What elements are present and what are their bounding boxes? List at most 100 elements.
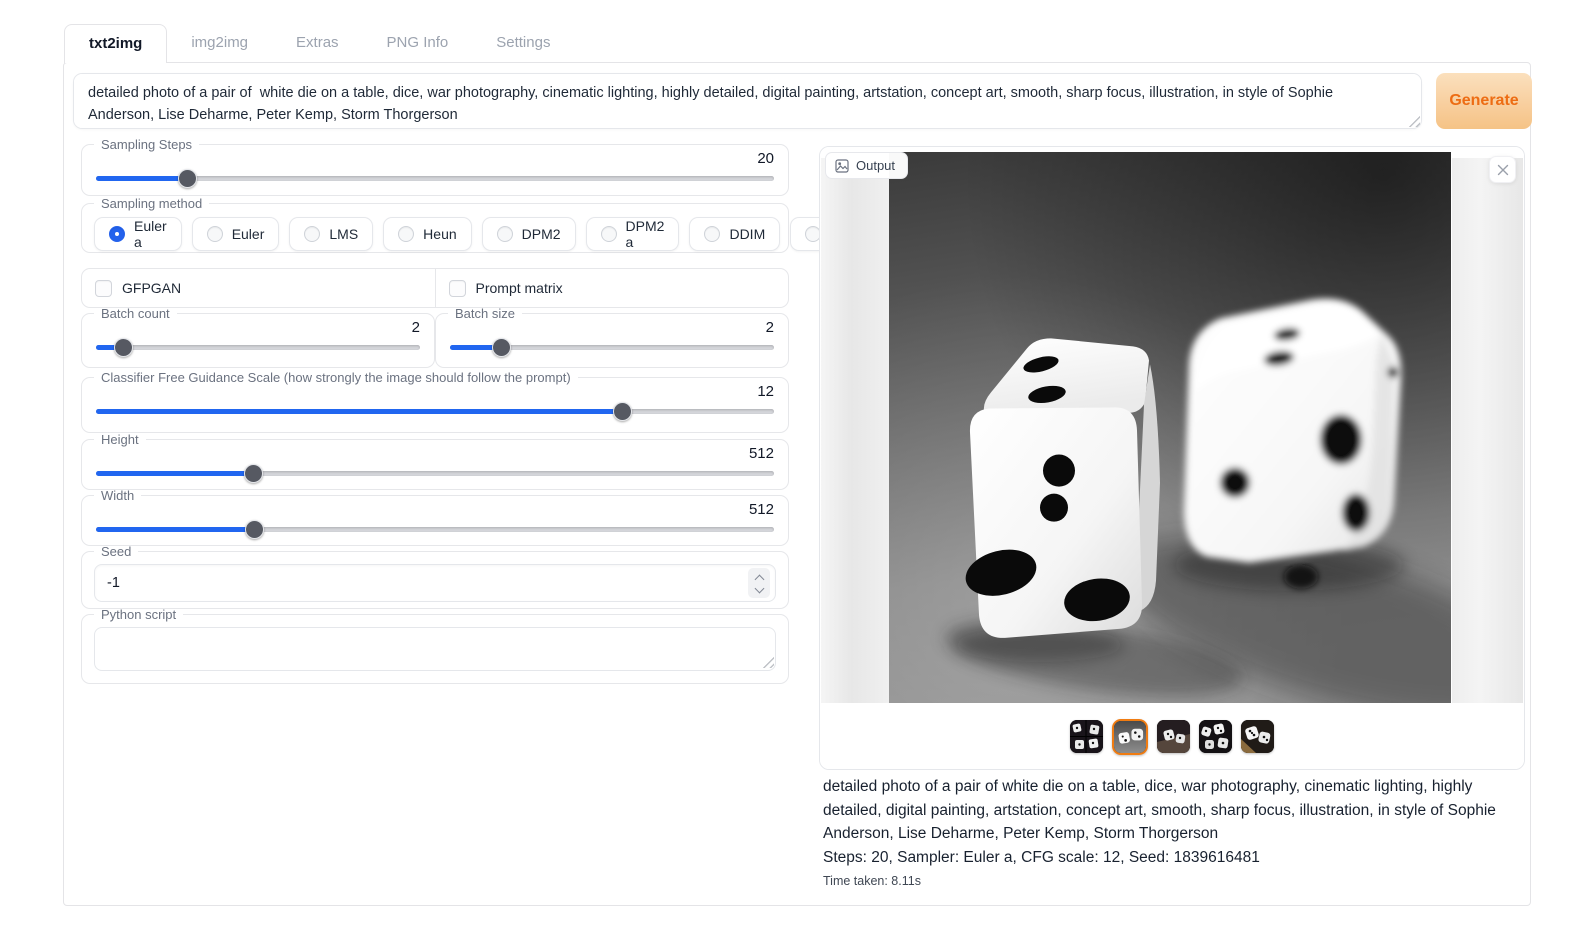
radio-euler[interactable]: Euler xyxy=(192,217,280,251)
tab-settings[interactable]: Settings xyxy=(472,24,574,63)
height-label: Height xyxy=(94,433,146,446)
sampling-method-label: Sampling method xyxy=(94,197,209,210)
batch-size-label: Batch size xyxy=(448,307,522,320)
batch-count-slider[interactable] xyxy=(96,337,420,357)
radio-icon xyxy=(304,226,320,242)
python-script-input[interactable] xyxy=(94,627,776,671)
image-icon xyxy=(835,159,849,173)
batch-size-slider[interactable] xyxy=(450,337,774,357)
tab-png-info[interactable]: PNG Info xyxy=(363,24,473,63)
radio-label: DDIM xyxy=(729,226,765,242)
gfpgan-cell: GFPGAN xyxy=(82,269,435,307)
sampling-method-options: Euler a Euler LMS Heun DPM2 DPM2 a DDIM … xyxy=(94,217,776,251)
height-value: 512 xyxy=(82,445,788,462)
slider-thumb[interactable] xyxy=(492,338,511,357)
radio-label: DPM2 a xyxy=(626,218,665,250)
width-label: Width xyxy=(94,489,141,502)
gallery-thumbnail-3[interactable] xyxy=(1157,720,1190,753)
output-caption: detailed photo of a pair of white die on… xyxy=(823,775,1523,888)
tab-txt2img[interactable]: txt2img xyxy=(64,24,167,63)
slider-thumb[interactable] xyxy=(245,520,264,539)
radio-label: DPM2 xyxy=(522,226,561,242)
gallery-thumbnail-5[interactable] xyxy=(1241,720,1274,753)
radio-selected-icon xyxy=(109,226,125,242)
letterbox-left xyxy=(821,158,889,703)
radio-icon xyxy=(601,226,617,242)
sampling-steps-label: Sampling Steps xyxy=(94,138,199,151)
slider-thumb[interactable] xyxy=(613,402,632,421)
height-group: Height 512 xyxy=(81,433,789,490)
tab-extras[interactable]: Extras xyxy=(272,24,363,63)
generate-button[interactable]: Generate xyxy=(1436,73,1532,129)
gallery-thumbnail-4[interactable] xyxy=(1199,720,1232,753)
radio-heun[interactable]: Heun xyxy=(383,217,471,251)
python-script-label: Python script xyxy=(94,608,183,621)
chevron-down-icon[interactable] xyxy=(754,584,764,594)
python-script-wrap xyxy=(94,627,776,671)
output-gallery: Output xyxy=(819,146,1525,770)
slider-track[interactable] xyxy=(96,176,774,181)
height-slider[interactable] xyxy=(96,463,774,483)
checkbox-row: GFPGAN Prompt matrix xyxy=(81,268,789,308)
radio-label: Euler a xyxy=(134,218,167,250)
batch-count-label: Batch count xyxy=(94,307,177,320)
batch-size-value: 2 xyxy=(436,319,788,336)
caption-params: Steps: 20, Sampler: Euler a, CFG scale: … xyxy=(823,846,1523,870)
batch-count-value: 2 xyxy=(82,319,434,336)
seed-group: Seed xyxy=(81,545,789,609)
generated-image[interactable] xyxy=(889,152,1451,703)
slider-thumb[interactable] xyxy=(114,338,133,357)
gfpgan-checkbox[interactable] xyxy=(95,280,112,297)
seed-input[interactable] xyxy=(97,574,297,592)
caption-prompt: detailed photo of a pair of white die on… xyxy=(823,775,1523,846)
radio-icon xyxy=(398,226,414,242)
tab-img2img[interactable]: img2img xyxy=(167,24,272,63)
cfg-scale-slider[interactable] xyxy=(96,401,774,421)
slider-thumb[interactable] xyxy=(244,464,263,483)
sampling-method-group: Sampling method Euler a Euler LMS Heun D… xyxy=(81,197,789,253)
width-slider[interactable] xyxy=(96,519,774,539)
width-group: Width 512 xyxy=(81,489,789,546)
python-script-group: Python script xyxy=(81,608,789,684)
thumbnail-strip xyxy=(820,703,1524,770)
close-icon xyxy=(1497,164,1509,176)
slider-fill xyxy=(96,176,188,181)
radio-lms[interactable]: LMS xyxy=(289,217,373,251)
width-value: 512 xyxy=(82,501,788,518)
radio-icon xyxy=(497,226,513,242)
slider-fill xyxy=(96,409,623,414)
gallery-thumbnail-1[interactable] xyxy=(1070,720,1103,753)
tab-bar: txt2img img2img Extras PNG Info Settings xyxy=(64,24,574,63)
radio-dpm2-a[interactable]: DPM2 a xyxy=(586,217,680,251)
letterbox-right xyxy=(1452,158,1523,703)
radio-label: Heun xyxy=(423,226,456,242)
batch-count-group: Batch count 2 xyxy=(81,307,435,368)
page: { "tabs": [ { "label": "txt2img", "activ… xyxy=(0,0,1594,935)
prompt-input[interactable]: detailed photo of a pair of white die on… xyxy=(73,73,1422,129)
output-header: Output xyxy=(825,152,908,179)
prompt-matrix-label: Prompt matrix xyxy=(476,280,563,296)
sampling-steps-value: 20 xyxy=(82,150,788,167)
sampling-steps-group: Sampling Steps 20 xyxy=(81,138,789,196)
radio-icon xyxy=(704,226,720,242)
gallery-thumbnail-2-selected[interactable] xyxy=(1112,719,1148,755)
prompt-matrix-cell: Prompt matrix xyxy=(435,269,789,307)
cfg-scale-value: 12 xyxy=(82,383,788,400)
radio-ddim[interactable]: DDIM xyxy=(689,217,780,251)
gfpgan-label: GFPGAN xyxy=(122,280,181,296)
close-preview-button[interactable] xyxy=(1489,156,1516,183)
batch-size-group: Batch size 2 xyxy=(435,307,789,368)
seed-label: Seed xyxy=(94,545,138,558)
sampling-steps-slider[interactable] xyxy=(96,168,774,188)
radio-euler-a[interactable]: Euler a xyxy=(94,217,182,251)
prompt-matrix-checkbox[interactable] xyxy=(449,280,466,297)
seed-numbox xyxy=(94,564,776,602)
number-spinner[interactable] xyxy=(748,568,770,598)
cfg-scale-group: Classifier Free Guidance Scale (how stro… xyxy=(81,371,789,433)
radio-label: Euler xyxy=(232,226,265,242)
slider-track[interactable] xyxy=(96,345,420,350)
radio-dpm2[interactable]: DPM2 xyxy=(482,217,576,251)
slider-thumb[interactable] xyxy=(178,169,197,188)
cfg-scale-label: Classifier Free Guidance Scale (how stro… xyxy=(94,371,578,384)
output-header-label: Output xyxy=(856,158,895,173)
